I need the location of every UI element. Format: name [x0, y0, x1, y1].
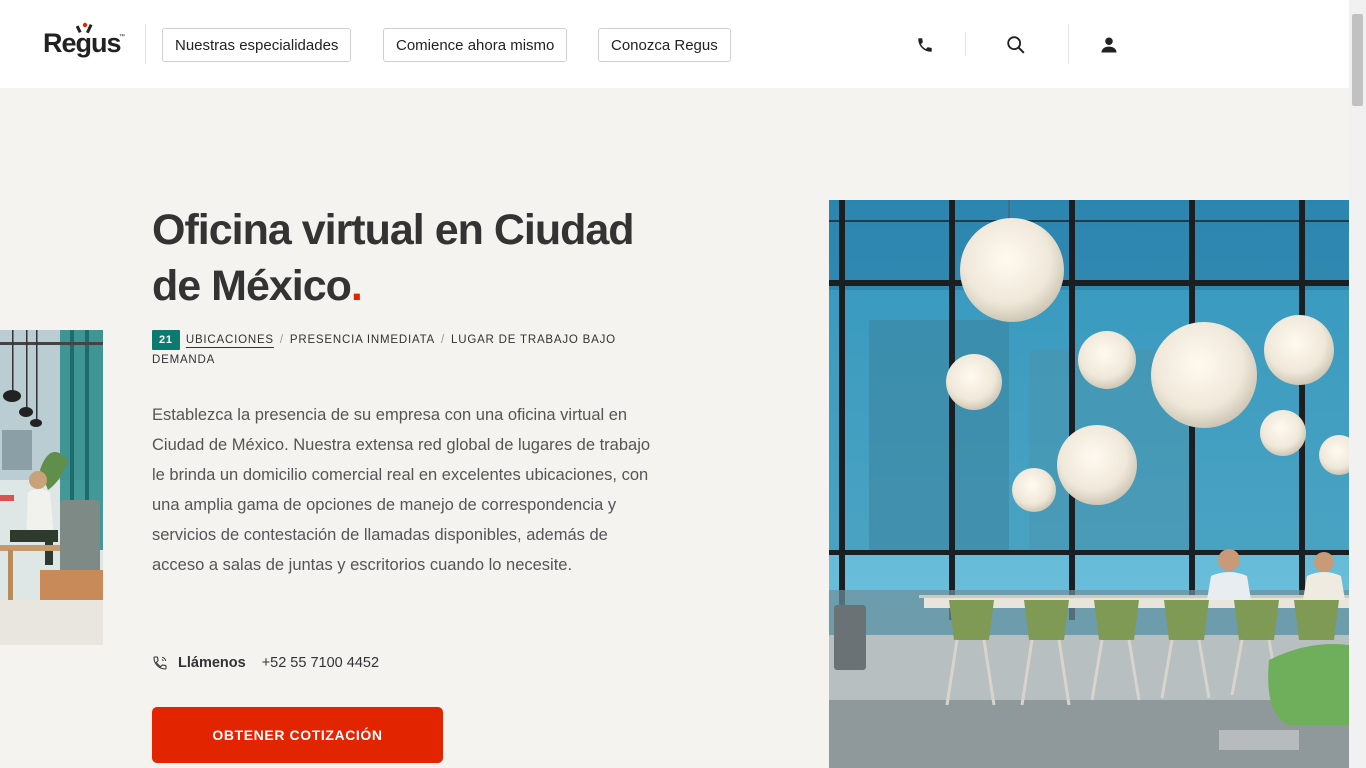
phone-button[interactable]	[910, 30, 940, 60]
logo-trademark: ™	[119, 34, 125, 40]
title-accent-dot: .	[350, 262, 363, 310]
phone-icon	[918, 38, 932, 52]
breadcrumb: 21 Ubicaciones / Presencia inmediata / Lugar …	[152, 330, 632, 370]
locations-count-badge: 21	[152, 330, 180, 350]
nav-button-get-started[interactable]: Comience ahora mismo	[383, 28, 568, 62]
search-button[interactable]	[1001, 30, 1031, 60]
get-quote-button[interactable]: OBTENER COTIZACIÓN	[152, 707, 443, 763]
user-icon	[1101, 37, 1117, 53]
header-divider	[965, 32, 966, 56]
page-title: Oficina virtual en Ciudad de México.	[152, 202, 672, 314]
search-icon	[1007, 36, 1025, 54]
header-divider	[1068, 24, 1069, 64]
call-label: Llámenos	[178, 655, 246, 671]
regus-logo[interactable]: Regus ™	[43, 22, 125, 64]
site-header: Regus ™ Nuestras especialidades Comience…	[0, 0, 1349, 88]
call-us: Llámenos +52 55 7100 4452	[152, 652, 379, 674]
breadcrumb-item: Presencia inmediata	[289, 334, 436, 346]
account-button[interactable]	[1094, 30, 1124, 60]
page-title-text: Oficina virtual en Ciudad de México	[152, 206, 635, 310]
office-side-image	[0, 330, 103, 645]
office-hero-image	[829, 200, 1349, 768]
breadcrumb-separator: /	[441, 334, 446, 346]
breadcrumb-separator: /	[279, 334, 284, 346]
logo-text: Regus	[43, 28, 122, 58]
header-divider	[145, 24, 146, 64]
page-scrollbar[interactable]	[1349, 0, 1366, 768]
scrollbar-thumb[interactable]	[1352, 14, 1363, 106]
nav-button-about[interactable]: Conozca Regus	[598, 28, 731, 62]
phone-number-link[interactable]: +52 55 7100 4452	[262, 655, 379, 671]
phone-outline-icon	[153, 656, 167, 670]
nav-button-specialties[interactable]: Nuestras especialidades	[162, 28, 352, 62]
breadcrumb-locations-link[interactable]: Ubicaciones	[186, 334, 274, 346]
hero-description: Establezca la presencia de su empresa co…	[152, 406, 651, 574]
